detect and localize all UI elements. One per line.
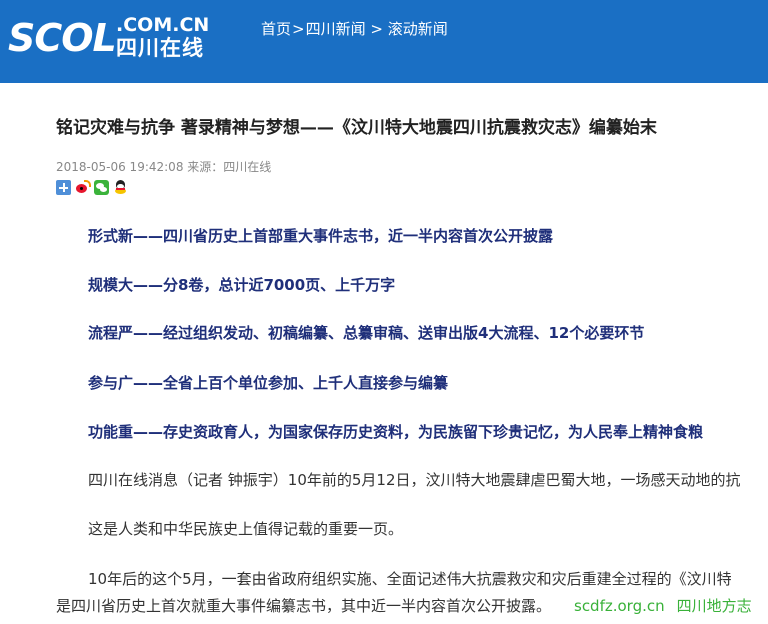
logo-main-text: SCOL	[8, 16, 117, 60]
add-icon[interactable]	[56, 180, 71, 195]
highlight-item: 参与广——全省上百个单位参加、上千人直接参与编纂	[88, 374, 449, 392]
breadcrumb-separator: >	[292, 20, 305, 38]
wechat-icon[interactable]	[94, 180, 109, 195]
article-meta: 2018-05-06 19:42:08 来源：四川在线	[56, 160, 272, 174]
breadcrumb-rolling-news-link[interactable]: 滚动新闻	[388, 20, 448, 38]
article-paragraph: 10年后的这个5月，一套由省政府组织实施、全面记述伟大抗震救灾和灾后重建全过程的…	[88, 570, 732, 588]
breadcrumb-separator: >	[365, 20, 388, 38]
watermark: scdfz.org.cn 四川地方志	[574, 596, 752, 616]
site-logo[interactable]: SCOL .COM.CN 四川在线	[8, 12, 223, 62]
highlight-item: 形式新——四川省历史上首部重大事件志书，近一半内容首次公开披露	[88, 227, 554, 245]
site-header: SCOL .COM.CN 四川在线 首页>四川新闻 > 滚动新闻	[0, 0, 768, 83]
logo-domain-text: .COM.CN	[116, 14, 210, 36]
article-title: 铭记灾难与抗争 著录精神与梦想——《汶川特大地震四川抗震救灾志》编纂始末	[56, 118, 657, 138]
breadcrumb-sichuan-news-link[interactable]: 四川新闻	[306, 20, 366, 38]
article-paragraph: 四川在线消息（记者 钟振宇）10年前的5月12日，汶川特大地震肆虐巴蜀大地，一场…	[88, 471, 741, 489]
watermark-url: scdfz.org.cn	[574, 597, 665, 615]
breadcrumb: 首页>四川新闻 > 滚动新闻	[261, 19, 448, 39]
highlight-item: 功能重——存史资政育人，为国家保存历史资料，为民族留下珍贵记忆，为人民奉上精神食…	[88, 423, 704, 441]
watermark-name: 四川地方志	[676, 597, 752, 615]
highlight-item: 流程严——经过组织发动、初稿编纂、总纂审稿、送审出版4大流程、12个必要环节	[88, 324, 645, 342]
article-paragraph: 是四川省历史上首次就重大事件编纂志书，其中近一半内容首次公开披露。	[56, 597, 552, 615]
logo-name-text: 四川在线	[116, 36, 204, 60]
share-bar	[56, 180, 132, 196]
article-paragraph: 这是人类和中华民族史上值得记载的重要一页。	[88, 520, 404, 538]
highlight-item: 规模大——分8卷，总计近7000页、上千万字	[88, 276, 396, 294]
breadcrumb-home-link[interactable]: 首页	[261, 20, 291, 38]
weibo-icon[interactable]	[75, 180, 91, 195]
qq-icon[interactable]	[113, 180, 128, 195]
